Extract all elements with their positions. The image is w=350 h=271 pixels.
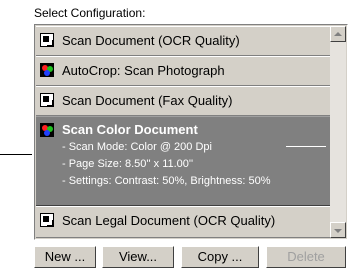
scan-mode-detail: - Scan Mode: Color @ 200 Dpi — [62, 141, 212, 153]
view-button[interactable]: View... — [102, 246, 174, 268]
vertical-scrollbar[interactable] — [330, 26, 346, 238]
callout-line — [0, 154, 32, 155]
list-item-label: Scan Legal Document (OCR Quality) — [62, 213, 276, 228]
list-item-label: Scan Document (Fax Quality) — [62, 93, 233, 108]
scroll-down-button[interactable] — [330, 222, 346, 238]
arrow-down-icon — [334, 229, 342, 233]
button-row: New ... View... Copy ... Delete — [34, 246, 350, 268]
list-item-label: Scan Document (OCR Quality) — [62, 33, 240, 48]
selection-marker-line — [286, 146, 326, 147]
list-item-autocrop-photograph[interactable]: AutoCrop: Scan Photograph — [36, 56, 330, 86]
scroll-up-button[interactable] — [330, 26, 346, 42]
page-size-detail: - Page Size: 8.50'' x 11.00'' — [62, 158, 194, 170]
document-icon — [40, 213, 54, 227]
configuration-items: Scan Document (OCR Quality) AutoCrop: Sc… — [36, 26, 330, 238]
document-icon — [40, 33, 54, 47]
list-item-scan-color-document[interactable]: Scan Color Document - Scan Mode: Color @… — [36, 116, 330, 206]
document-icon — [40, 93, 54, 107]
new-button[interactable]: New ... — [34, 246, 96, 268]
arrow-up-icon — [334, 32, 342, 36]
settings-detail: - Settings: Contrast: 50%, Brightness: 5… — [62, 175, 271, 187]
list-item-scan-document-fax[interactable]: Scan Document (Fax Quality) — [36, 86, 330, 116]
color-photo-icon — [40, 123, 54, 137]
list-item-label: AutoCrop: Scan Photograph — [62, 63, 225, 78]
list-item-label: Scan Color Document — [62, 122, 198, 137]
list-item-scan-legal-document[interactable]: Scan Legal Document (OCR Quality) — [36, 206, 330, 238]
copy-button[interactable]: Copy ... — [181, 246, 259, 268]
select-configuration-label: Select Configuration: — [34, 6, 146, 20]
color-photo-icon — [40, 63, 54, 77]
configuration-panel: Select Configuration: Scan Document (OCR… — [0, 0, 350, 271]
delete-button[interactable]: Delete — [266, 246, 346, 268]
list-item-scan-document-ocr[interactable]: Scan Document (OCR Quality) — [36, 26, 330, 56]
configuration-list[interactable]: Scan Document (OCR Quality) AutoCrop: Sc… — [34, 24, 348, 240]
